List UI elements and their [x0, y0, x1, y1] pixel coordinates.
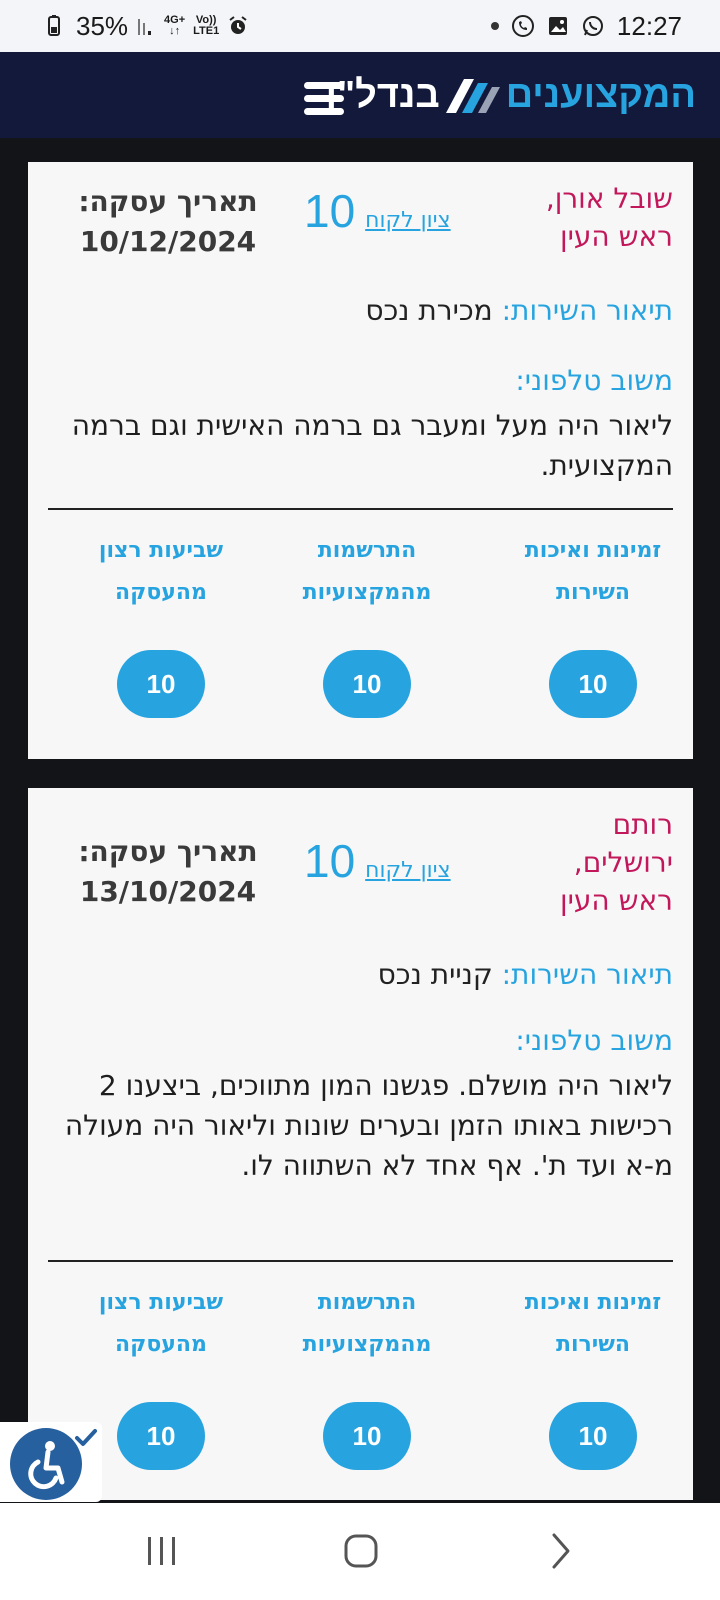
recent-apps-icon[interactable] — [132, 1525, 192, 1577]
customer-rating: ציון לקוח 10 — [304, 184, 451, 238]
battery-percent: 35% — [76, 10, 129, 41]
reviewer-name: רותם ירושלים, ראש העין — [560, 808, 673, 917]
service-description-label: תיאור השירות: — [501, 294, 673, 327]
logo-text-secondary: בנדל"ן — [325, 74, 440, 116]
checkmark-icon — [75, 1429, 97, 1446]
score-title: שביעות רצון מהעסקה — [98, 538, 224, 605]
phone-feedback-text: ליאור היה מושלם. פגשנו המון מתווכים, ביצ… — [64, 1069, 673, 1182]
score-title: זמינות ואיכות השירות — [524, 538, 662, 605]
score-badge: 10 — [117, 1402, 205, 1470]
divider — [48, 508, 673, 510]
signal-icon — [138, 19, 152, 35]
service-description-value: קניית נכס — [377, 958, 493, 991]
site-logo[interactable]: המקצוענים בנדל"ן — [326, 68, 696, 122]
customer-rating-link[interactable]: ציון לקוח — [365, 858, 450, 883]
network-type: 4G+ ↓↑ — [164, 14, 186, 37]
divider — [48, 1260, 673, 1262]
score-badge: 10 — [549, 1402, 637, 1470]
service-description-value: מכירת נכס — [365, 294, 493, 327]
review-card: שובל אורן, ראש העין ציון לקוח 10 תאריך ע… — [28, 162, 693, 759]
status-bar-right: 12:27 — [490, 0, 682, 52]
score-professionalism: התרשמות מהמקצועיות 10 — [267, 1282, 467, 1470]
deal-date: תאריך עסקה: 10/12/2024 — [48, 182, 288, 262]
deal-date-value: 10/12/2024 — [79, 225, 257, 258]
score-title: התרשמות מהמקצועיות — [302, 1290, 432, 1357]
customer-rating: ציון לקוח 10 — [304, 834, 451, 888]
score-availability: זמינות ואיכות השירות 10 — [493, 530, 693, 718]
phone-feedback-label: משוב טלפוני: — [515, 1024, 673, 1057]
service-description: תיאור השירות: קניית נכס — [378, 958, 673, 991]
score-badge: 10 — [549, 650, 637, 718]
phone-feedback-label: משוב טלפוני: — [515, 364, 673, 397]
customer-rating-value: 10 — [304, 835, 356, 887]
score-title: שביעות רצון מהעסקה — [98, 1290, 224, 1357]
status-bar-left: 35% 4G+ ↓↑ Vo)) LTE1 — [46, 0, 249, 52]
back-icon[interactable] — [530, 1525, 590, 1577]
site-header: המקצוענים בנדל"ן — [0, 52, 720, 138]
battery-icon — [48, 15, 60, 36]
customer-rating-link[interactable]: ציון לקוח — [365, 208, 450, 233]
clock: 12:27 — [616, 10, 682, 41]
score-title: זמינות ואיכות השירות — [524, 1290, 662, 1357]
score-badge: 10 — [117, 650, 205, 718]
score-availability: זמינות ואיכות השירות 10 — [493, 1282, 693, 1470]
service-description: תיאור השירות: מכירת נכס — [365, 294, 673, 327]
service-description-label: תיאור השירות: — [501, 958, 673, 991]
customer-rating-value: 10 — [304, 185, 356, 237]
phone-feedback-text: ליאור היה מעל ומעבר גם ברמה האישית וגם ב… — [71, 409, 673, 482]
deal-date-label: תאריך עסקה: — [78, 185, 258, 218]
gallery-icon — [548, 17, 567, 35]
status-bar: 35% 4G+ ↓↑ Vo)) LTE1 12:27 — [0, 0, 720, 52]
score-badge: 10 — [323, 1402, 411, 1470]
system-navigation-bar — [0, 1503, 720, 1600]
call-icon — [511, 15, 534, 37]
score-badge: 10 — [323, 650, 411, 718]
deal-date-label: תאריך עסקה: — [78, 835, 258, 868]
score-satisfaction: שביעות רצון מהעסקה 10 — [61, 530, 261, 718]
review-card: רותם ירושלים, ראש העין ציון לקוח 10 תארי… — [28, 788, 693, 1500]
home-icon[interactable] — [332, 1525, 392, 1577]
whatsapp-icon — [582, 16, 603, 36]
deal-date: תאריך עסקה: 13/10/2024 — [48, 832, 288, 912]
accessibility-widget — [0, 1422, 102, 1502]
deal-date-value: 13/10/2024 — [79, 875, 257, 908]
logo-mark-icon — [445, 79, 500, 113]
notification-dot-icon — [490, 22, 499, 30]
reviewer-name: שובל אורן, ראש העין — [545, 182, 673, 253]
logo-text-primary: המקצוענים — [505, 74, 696, 116]
volte-indicator: Vo)) LTE1 — [193, 14, 220, 37]
score-title: התרשמות מהמקצועיות — [302, 538, 432, 605]
score-professionalism: התרשמות מהמקצועיות 10 — [267, 530, 467, 718]
alarm-icon — [229, 16, 247, 34]
